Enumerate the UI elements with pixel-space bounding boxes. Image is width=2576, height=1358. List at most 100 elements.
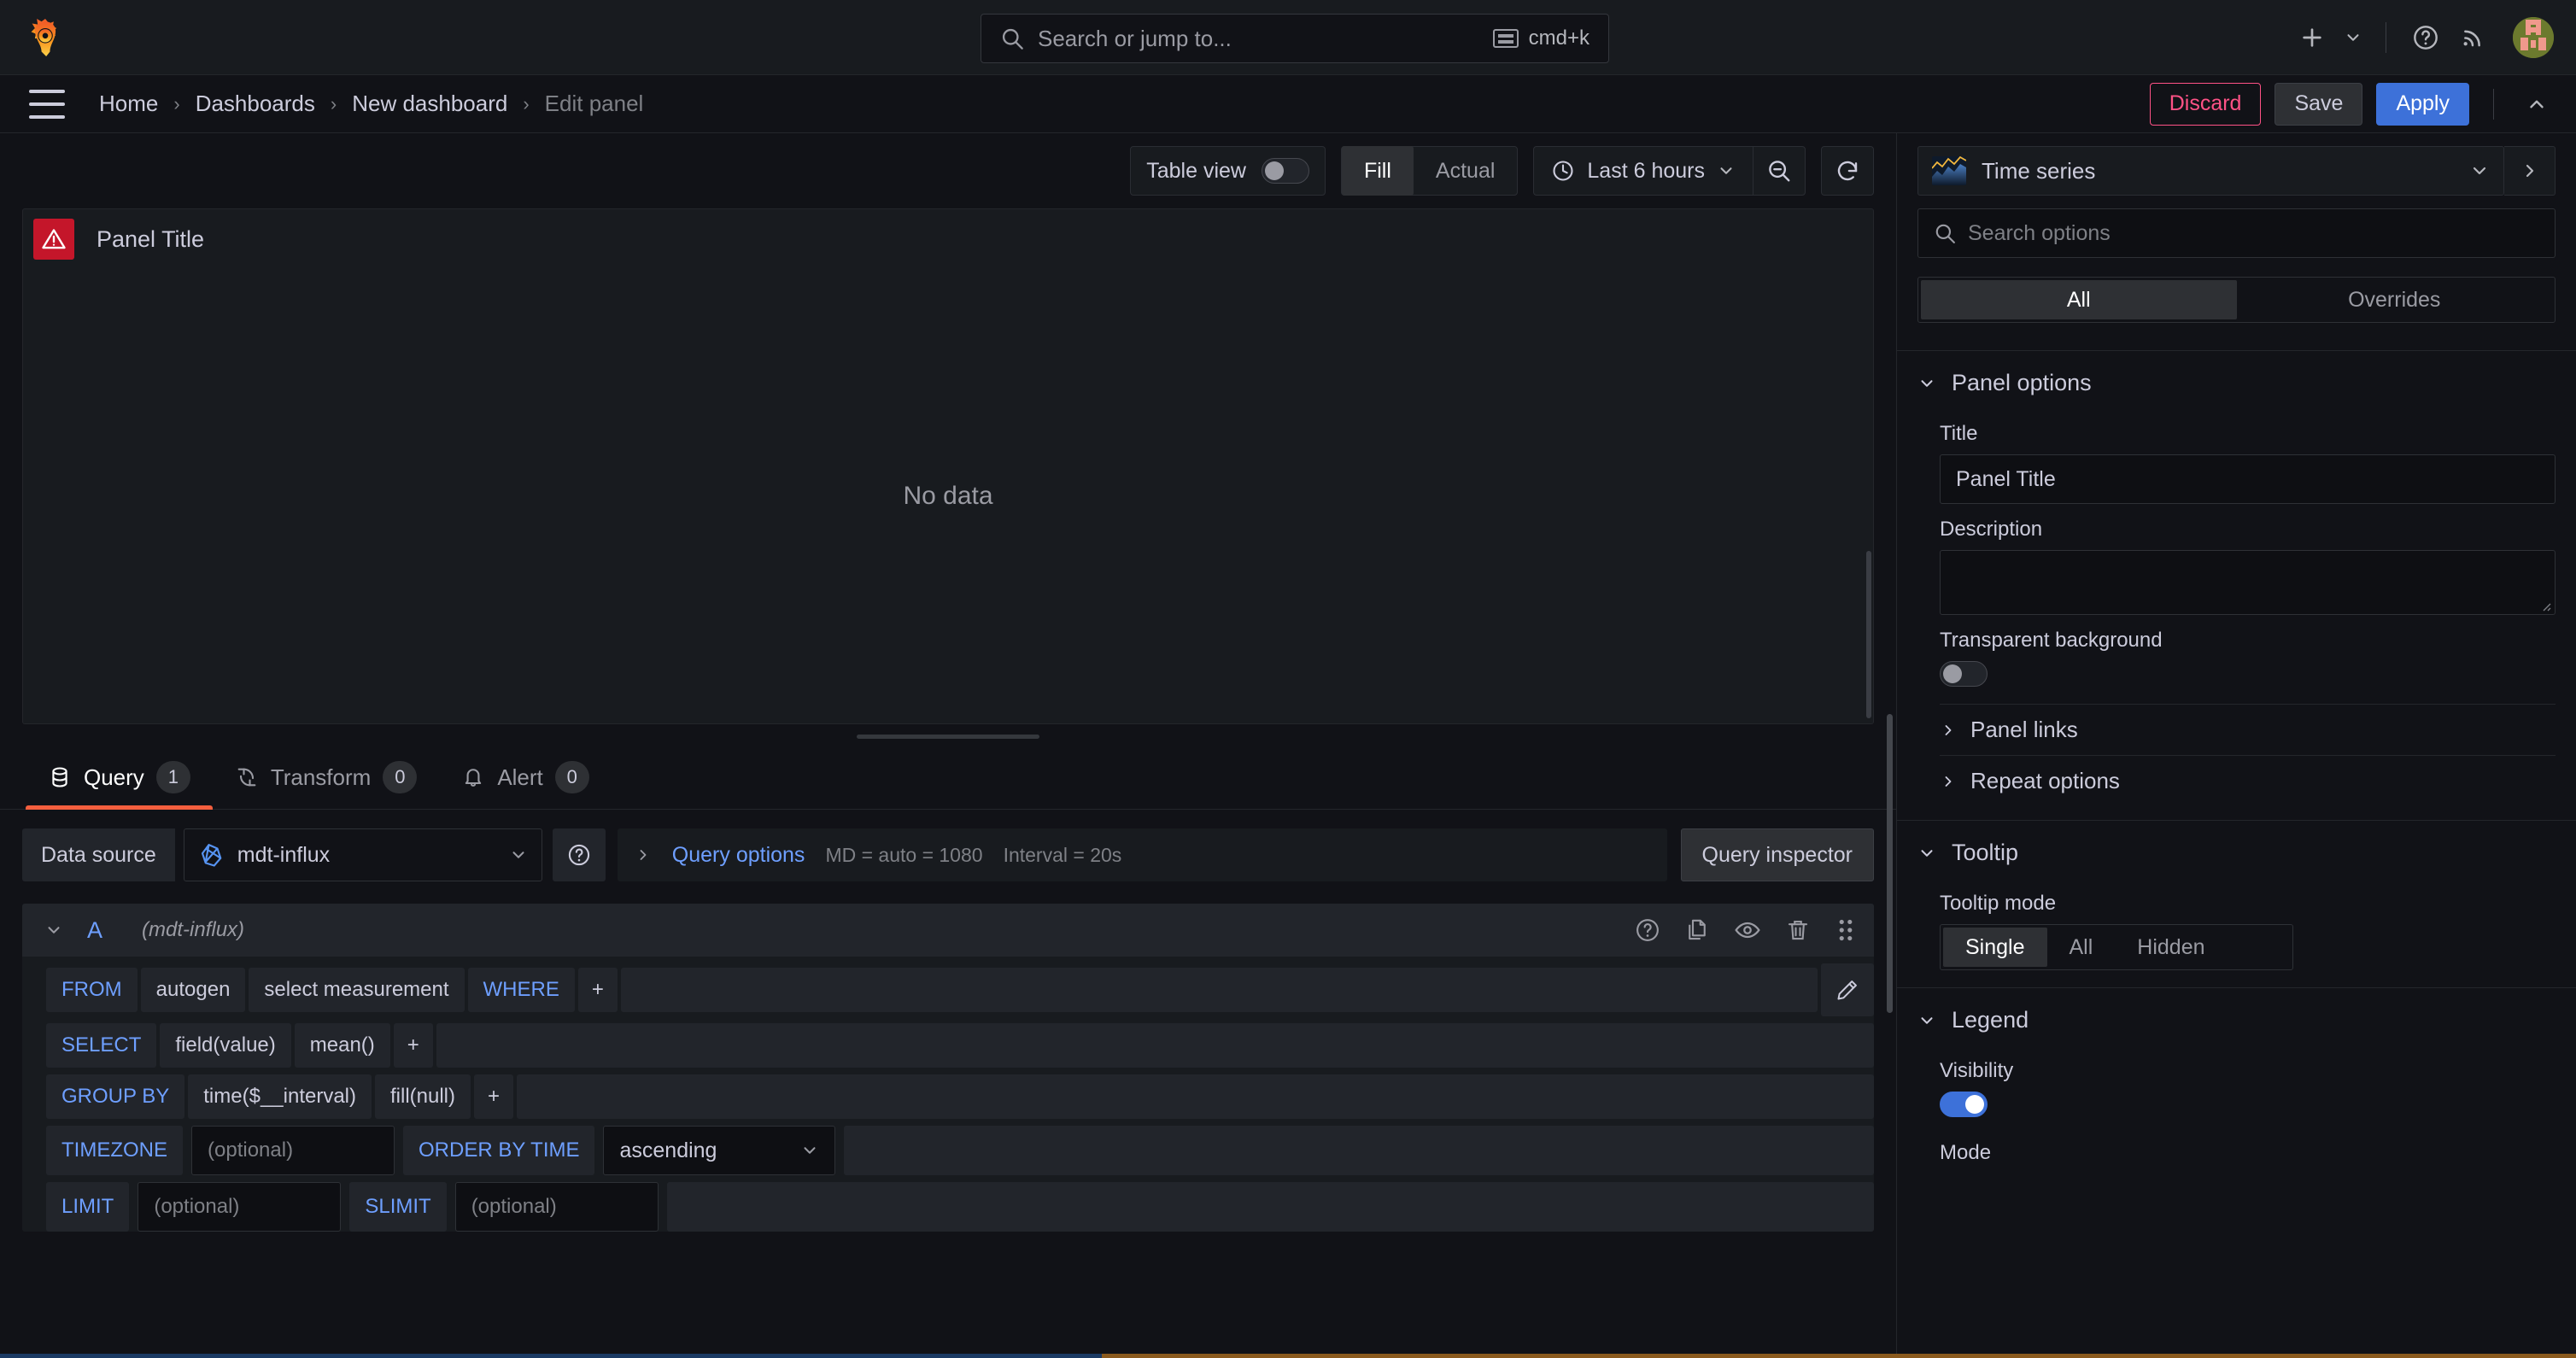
time-range-picker[interactable]: Last 6 hours	[1534, 147, 1753, 195]
panel-error-badge[interactable]	[33, 219, 74, 260]
tooltip-mode-control: Single All Hidden	[1940, 924, 2293, 970]
datasource-help-button[interactable]	[552, 828, 606, 881]
group-by-time[interactable]: time($__interval)	[188, 1074, 372, 1119]
datasource-picker[interactable]: mdt-influx	[183, 828, 542, 881]
search-options-input[interactable]: Search options	[1917, 208, 2556, 258]
tab-all-options[interactable]: All	[1921, 280, 2237, 319]
add-select-part-button[interactable]: +	[393, 1023, 433, 1068]
max-data-points-info: MD = auto = 1080	[825, 843, 983, 866]
query-help-button[interactable]	[1635, 917, 1660, 943]
toggle-options-pane-button[interactable]	[2504, 146, 2556, 196]
slimit-input[interactable]: (optional)	[454, 1182, 659, 1232]
legend-visibility-label: Visibility	[1940, 1059, 2014, 1082]
visualization-picker[interactable]: Time series	[1917, 146, 2504, 196]
duplicate-query-button[interactable]	[1684, 917, 1710, 943]
repeat-options-section[interactable]: Repeat options	[1917, 756, 2556, 806]
query-row-select: SELECT field(value) mean() +	[22, 1016, 1874, 1068]
table-view-toggle[interactable]	[1261, 158, 1309, 184]
legend-visibility-toggle[interactable]	[1940, 1092, 1988, 1117]
interval-info: Interval = 20s	[1003, 843, 1122, 866]
panel-resize-splitter[interactable]	[0, 724, 1896, 748]
page-title: Panel Title	[97, 225, 205, 252]
panel-preview-wrapper: Panel Title No data	[22, 208, 1874, 724]
query-editor-scrollbar[interactable]	[1887, 714, 1893, 1013]
add-new-chevron-button[interactable]	[2336, 14, 2370, 61]
datasource-name: mdt-influx	[237, 842, 331, 867]
tooltip-mode-hidden[interactable]: Hidden	[2115, 928, 2227, 967]
transparent-background-toggle[interactable]	[1940, 661, 1988, 687]
section-tooltip-label: Tooltip	[1952, 840, 2019, 865]
tab-alert[interactable]: Alert 0	[439, 761, 611, 809]
order-by-time-select[interactable]: ascending	[603, 1126, 836, 1175]
tooltip-mode-all[interactable]: All	[2047, 928, 2116, 967]
menu-toggle-button[interactable]	[29, 89, 65, 119]
panel-title-input[interactable]: Panel Title	[1940, 454, 2556, 504]
query-options-toggle[interactable]: Query options	[672, 843, 805, 868]
chevron-down-icon	[2347, 34, 2359, 41]
copy-icon	[1689, 919, 1706, 940]
global-search-input[interactable]: Search or jump to... cmd+k	[981, 14, 1609, 63]
select-aggregate[interactable]: mean()	[294, 1023, 390, 1068]
fill-option[interactable]: Fill	[1341, 146, 1414, 196]
query-collapse-toggle[interactable]	[39, 921, 68, 939]
news-button[interactable]	[2450, 14, 2497, 61]
query-row-header: A (mdt-influx)	[22, 904, 1874, 957]
breadcrumb-item-home[interactable]: Home	[99, 91, 158, 117]
where-keyword: WHERE	[467, 968, 575, 1012]
hide-query-button[interactable]	[1734, 916, 1761, 944]
visualization-picker-row: Time series	[1897, 133, 2576, 208]
slimit-keyword: SLIMIT	[349, 1182, 447, 1232]
tab-transform[interactable]: Transform 0	[213, 761, 440, 809]
retention-policy-select[interactable]: autogen	[140, 968, 246, 1012]
select-field[interactable]: field(value)	[160, 1023, 291, 1068]
group-by-fill[interactable]: fill(null)	[375, 1074, 471, 1119]
measurement-select[interactable]: select measurement	[249, 968, 465, 1012]
chevron-down-icon	[1720, 167, 1732, 174]
section-legend-label: Legend	[1952, 1007, 2029, 1033]
section-panel-options[interactable]: Panel options	[1917, 351, 2556, 408]
remove-query-button[interactable]	[1785, 917, 1811, 943]
query-row-actions	[1635, 916, 1857, 944]
discard-button[interactable]: Discard	[2149, 82, 2262, 126]
query-ref-id[interactable]: A	[87, 917, 102, 944]
tab-query[interactable]: Query 1	[26, 761, 213, 810]
query-inspector-button[interactable]: Query inspector	[1680, 828, 1874, 881]
chevron-down-icon	[48, 927, 60, 934]
toggle-text-edit-mode-button[interactable]	[1821, 963, 1874, 1016]
actual-option[interactable]: Actual	[1414, 146, 1517, 196]
chevron-down-icon	[1921, 849, 1933, 857]
add-group-by-button[interactable]: +	[474, 1074, 514, 1119]
table-view-label: Table view	[1146, 158, 1246, 183]
panel-edit-main: Table view Fill Actual Last 6 hours Pane…	[0, 133, 1896, 1358]
visualization-name: Time series	[1982, 157, 2096, 184]
save-button[interactable]: Save	[2274, 82, 2363, 126]
avatar[interactable]	[2513, 17, 2554, 58]
grafana-home-link[interactable]	[0, 18, 91, 56]
add-new-button[interactable]	[2288, 14, 2336, 61]
collapse-toolbar-button[interactable]	[2518, 85, 2556, 123]
panel-scrollbar[interactable]	[1866, 551, 1871, 718]
repeat-options-label: Repeat options	[1970, 768, 2120, 793]
chevron-right-icon[interactable]	[635, 846, 652, 863]
limit-input[interactable]: (optional)	[138, 1182, 342, 1232]
breadcrumb-item-new-dashboard[interactable]: New dashboard	[352, 91, 507, 117]
help-button[interactable]	[2402, 14, 2450, 61]
apply-button[interactable]: Apply	[2376, 82, 2469, 126]
zoom-out-time-button[interactable]	[1753, 147, 1805, 195]
options-filter-tabs: All Overrides	[1917, 277, 2556, 323]
resize-grip-icon	[2543, 603, 2551, 612]
section-legend[interactable]: Legend	[1917, 988, 2556, 1045]
timezone-input[interactable]: (optional)	[191, 1126, 395, 1175]
breadcrumb-item-dashboards[interactable]: Dashboards	[196, 91, 315, 117]
refresh-button[interactable]	[1822, 147, 1873, 195]
add-where-button[interactable]: +	[577, 968, 618, 1012]
drag-query-handle[interactable]	[1835, 917, 1857, 943]
tab-overrides[interactable]: Overrides	[2237, 280, 2553, 319]
section-tooltip[interactable]: Tooltip	[1917, 821, 2556, 878]
tooltip-mode-single[interactable]: Single	[1943, 928, 2047, 967]
search-icon	[1935, 224, 1955, 243]
query-row-from: FROM autogen select measurement WHERE +	[22, 957, 1874, 1016]
rss-icon	[2463, 30, 2480, 47]
panel-description-textarea[interactable]	[1940, 550, 2556, 615]
panel-links-section[interactable]: Panel links	[1917, 705, 2556, 755]
